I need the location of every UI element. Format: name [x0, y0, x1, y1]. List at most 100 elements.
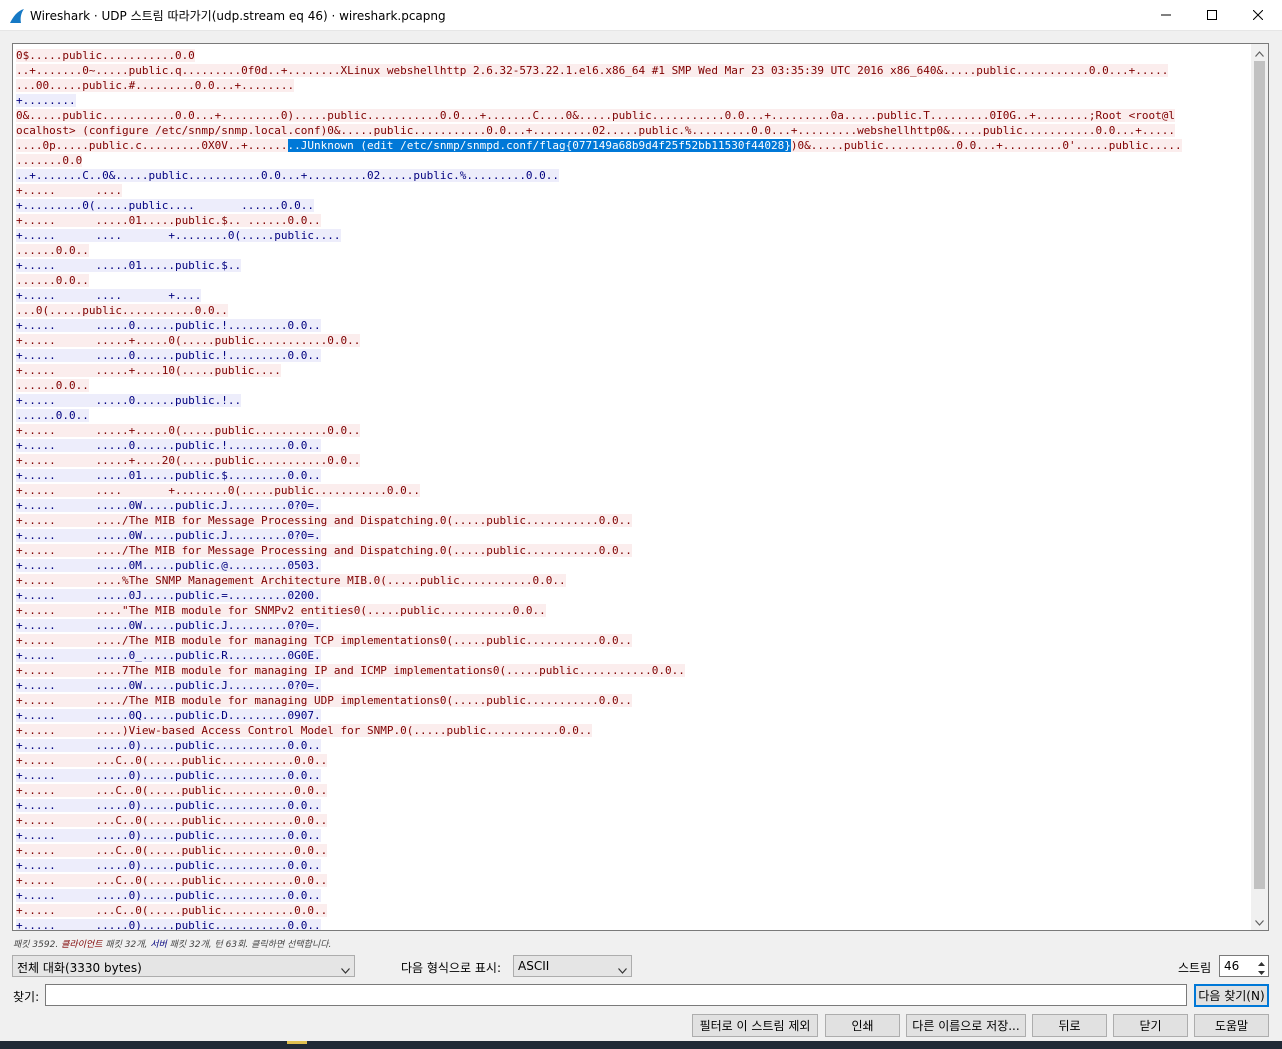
stream-line[interactable]: +..... .....01.....public.$.. ......0.0.…: [16, 213, 1252, 228]
stream-line[interactable]: +..... .....0).....public...........0.0.…: [16, 918, 1252, 930]
stream-line[interactable]: +..... ..../The MIB module for managing …: [16, 693, 1252, 708]
find-input[interactable]: [45, 984, 1187, 1006]
stream-line[interactable]: ocalhost> (configure /etc/snmp/snmp.loca…: [16, 123, 1252, 138]
stream-line[interactable]: +..... .....01.....public.$.........0.0.…: [16, 468, 1252, 483]
stream-line[interactable]: ......0.0..: [16, 408, 1252, 423]
stream-line[interactable]: +..... ....7The MIB module for managing …: [16, 663, 1252, 678]
help-button[interactable]: 도움말: [1194, 1014, 1269, 1037]
server-data: +..... .....0......public.!.........0.0.…: [16, 349, 321, 362]
stream-line[interactable]: ...00.....public.#.........0.0...+......…: [16, 78, 1252, 93]
stream-line[interactable]: +..... .....0).....public...........0.0.…: [16, 738, 1252, 753]
stream-line[interactable]: +..... ..../The MIB for Message Processi…: [16, 513, 1252, 528]
spin-down-button[interactable]: [1255, 966, 1267, 975]
stream-line[interactable]: +..... .....0_.....public.R.........0G0E…: [16, 648, 1252, 663]
stream-line[interactable]: +..... ...C..0(.....public...........0.0…: [16, 873, 1252, 888]
server-data: +..... .....0W.....public.J.........0?0=…: [16, 679, 321, 692]
stream-line[interactable]: +..... ...C..0(.....public...........0.0…: [16, 843, 1252, 858]
stream-line[interactable]: ..+.......0~.....public.q.........0f0d..…: [16, 63, 1252, 78]
stream-line[interactable]: +..... .....0W.....public.J.........0?0=…: [16, 678, 1252, 693]
stream-line[interactable]: +..... .....0......public.!..: [16, 393, 1252, 408]
taskbar-item[interactable]: [287, 1041, 307, 1044]
maximize-button[interactable]: [1189, 0, 1235, 31]
stream-line[interactable]: +.........0(.....public.... ......0.0..: [16, 198, 1252, 213]
stream-line[interactable]: +..... .....0J.....public.=.........0200…: [16, 588, 1252, 603]
stream-line[interactable]: +..... ....: [16, 183, 1252, 198]
stream-line[interactable]: +..... .....0W.....public.J.........0?0=…: [16, 498, 1252, 513]
server-data: ......0.0..: [16, 409, 89, 422]
stream-line[interactable]: +..... .... +....: [16, 288, 1252, 303]
stream-line[interactable]: +..... .....0W.....public.J.........0?0=…: [16, 618, 1252, 633]
stream-line[interactable]: +..... ...."The MIB module for SNMPv2 en…: [16, 603, 1252, 618]
stream-line[interactable]: 0&.....public...........0.0...+.........…: [16, 108, 1252, 123]
stream-line[interactable]: +..... ...C..0(.....public...........0.0…: [16, 783, 1252, 798]
close-button[interactable]: 닫기: [1113, 1014, 1188, 1037]
stream-line[interactable]: +..... .....0).....public...........0.0.…: [16, 798, 1252, 813]
stream-line[interactable]: ......0.0..: [16, 243, 1252, 258]
stream-line[interactable]: +..... .... +........0(.....public....: [16, 228, 1252, 243]
client-data: +..... ...C..0(.....public...........0.0…: [16, 844, 328, 857]
stream-line[interactable]: +..... .....0).....public...........0.0.…: [16, 768, 1252, 783]
stream-line[interactable]: +..... ..../The MIB module for managing …: [16, 633, 1252, 648]
server-data: +..... .....0Q.....public.D.........0907…: [16, 709, 321, 722]
stream-line[interactable]: +..... .....0......public.!.........0.0.…: [16, 348, 1252, 363]
stream-status-text: 패킷 3592. 클라이언트 패킷 32개, 서버 패킷 32개, 턴 63회.…: [13, 937, 331, 950]
client-data: .......0.0: [16, 154, 83, 167]
stream-line[interactable]: +..... .....0......public.!.........0.0.…: [16, 318, 1252, 333]
scroll-up-button[interactable]: [1251, 44, 1268, 61]
stream-line[interactable]: +..... .....0).....public...........0.0.…: [16, 828, 1252, 843]
client-data: 0&.....public...........0.0...+.........…: [16, 109, 1175, 122]
stream-line[interactable]: +..... .... +........0(.....public......…: [16, 483, 1252, 498]
stream-line[interactable]: +..... .....0Q.....public.D.........0907…: [16, 708, 1252, 723]
server-data: +..... .....0......public.!.........0.0.…: [16, 319, 321, 332]
wireshark-fin-icon: [9, 8, 25, 24]
vertical-scrollbar[interactable]: [1251, 44, 1268, 930]
stream-line[interactable]: +..... .....0......public.!.........0.0.…: [16, 438, 1252, 453]
stream-line[interactable]: +..... .....+.....0(.....public.........…: [16, 423, 1252, 438]
scroll-down-button[interactable]: [1251, 913, 1268, 930]
find-next-button[interactable]: 다음 찾기(N): [1194, 984, 1269, 1007]
stream-line[interactable]: +..... .....0M.....public.@.........0503…: [16, 558, 1252, 573]
stream-line[interactable]: +..... .....0).....public...........0.0.…: [16, 888, 1252, 903]
stream-line[interactable]: .......0.0: [16, 153, 1252, 168]
server-data: +..... .....0M.....public.@.........0503…: [16, 559, 321, 572]
stream-line[interactable]: +..... ....)View-based Access Control Mo…: [16, 723, 1252, 738]
stream-line[interactable]: +........: [16, 93, 1252, 108]
client-data: +..... ...C..0(.....public...........0.0…: [16, 754, 328, 767]
stream-line[interactable]: +..... .....+....10(.....public....: [16, 363, 1252, 378]
conversation-select[interactable]: 전체 대화(3330 bytes): [12, 955, 355, 977]
status-server-label: 서버: [150, 940, 167, 950]
stream-number-spinbox[interactable]: 46: [1219, 955, 1269, 977]
stream-line[interactable]: +..... ...C..0(.....public...........0.0…: [16, 813, 1252, 828]
minimize-button[interactable]: [1143, 0, 1189, 31]
stream-line[interactable]: +..... .....+.....0(.....public.........…: [16, 333, 1252, 348]
print-button[interactable]: 인쇄: [825, 1014, 900, 1037]
format-select[interactable]: ASCII: [513, 955, 632, 977]
filter-out-stream-button[interactable]: 필터로 이 스트림 제외: [692, 1014, 818, 1037]
chevron-up-icon: [1255, 46, 1264, 60]
stream-line[interactable]: +..... ..../The MIB for Message Processi…: [16, 543, 1252, 558]
scroll-thumb[interactable]: [1254, 61, 1265, 889]
stream-line[interactable]: ...0(.....public...........0.0..: [16, 303, 1252, 318]
stream-line[interactable]: +..... .....0).....public...........0.0.…: [16, 858, 1252, 873]
stream-line[interactable]: ..+.......C..0&.....public...........0.0…: [16, 168, 1252, 183]
stream-line[interactable]: +..... .....01.....public.$..: [16, 258, 1252, 273]
stream-content-area[interactable]: 0$.....public...........0.0 ..+.......0~.…: [12, 43, 1269, 931]
stream-line[interactable]: +..... ...C..0(.....public...........0.0…: [16, 903, 1252, 918]
chevron-down-icon: [341, 963, 350, 977]
stream-line[interactable]: 0$.....public...........0.0: [16, 48, 1252, 63]
close-window-button[interactable]: [1235, 0, 1281, 31]
client-data: ......0.0..: [16, 379, 89, 392]
back-button[interactable]: 뒤로: [1032, 1014, 1107, 1037]
stream-line[interactable]: +..... ....%The SNMP Management Architec…: [16, 573, 1252, 588]
server-data: +..... .....0).....public...........0.0.…: [16, 829, 321, 842]
save-as-button[interactable]: 다른 이름으로 저장...: [906, 1014, 1026, 1037]
server-data: +.........0(.....public.... ......0.0..: [16, 199, 315, 212]
stream-text[interactable]: 0$.....public...........0.0 ..+.......0~.…: [16, 48, 1252, 930]
stream-line[interactable]: ......0.0..: [16, 378, 1252, 393]
stream-line[interactable]: +..... ...C..0(.....public...........0.0…: [16, 753, 1252, 768]
stream-line[interactable]: +..... .....+....20(.....public.........…: [16, 453, 1252, 468]
stream-line[interactable]: ....0p.....public.c.........0X0V..+.....…: [16, 138, 1252, 153]
server-data: +..... .....0).....public...........0.0.…: [16, 739, 321, 752]
stream-line[interactable]: +..... .....0W.....public.J.........0?0=…: [16, 528, 1252, 543]
stream-line[interactable]: ......0.0..: [16, 273, 1252, 288]
